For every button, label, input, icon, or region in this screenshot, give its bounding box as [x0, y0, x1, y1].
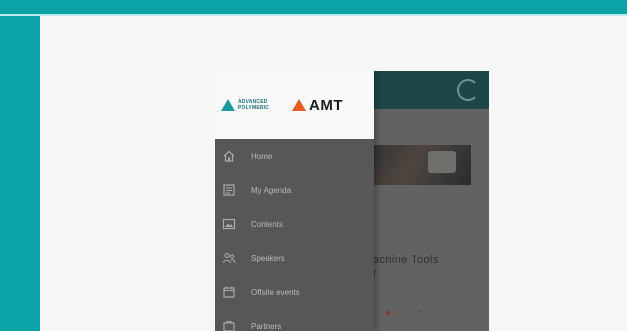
amt-logo: AMT — [292, 97, 343, 114]
menu-item-label: Partners — [251, 321, 282, 331]
ap-triangle-icon — [221, 99, 235, 111]
partners-icon — [222, 319, 236, 331]
menu-item-partners[interactable]: Partners — [215, 309, 374, 331]
top-bar — [0, 0, 627, 14]
menu-item-label: Speakers — [251, 253, 285, 263]
nav-drawer: ADVANCED POLYMERIC AMT Home My Agenda Co… — [215, 71, 374, 331]
agenda-icon — [222, 183, 236, 197]
advanced-polymeric-logo: ADVANCED POLYMERIC — [221, 99, 284, 111]
drawer-header: ADVANCED POLYMERIC AMT — [215, 71, 374, 139]
drawer-menu: Home My Agenda Contents Speakers Offsite… — [215, 139, 374, 331]
left-accent-band — [0, 16, 40, 331]
menu-item-label: Contents — [251, 219, 284, 229]
phone-screen: achine Tools r ◉ ~ ADVANCED POLYMERIC AM… — [215, 71, 489, 331]
ap-logo-text: ADVANCED POLYMERIC — [238, 99, 270, 111]
contents-icon — [222, 217, 236, 231]
amt-triangle-icon — [292, 99, 306, 111]
amt-logo-text: AMT — [309, 96, 343, 114]
speakers-icon — [222, 251, 236, 265]
menu-item-label: Offsite events — [251, 287, 300, 297]
home-icon — [222, 149, 236, 163]
menu-item-my-agenda[interactable]: My Agenda — [215, 173, 374, 207]
events-icon — [222, 285, 236, 299]
menu-item-home[interactable]: Home — [215, 139, 374, 173]
top-divider — [0, 14, 627, 16]
menu-item-offsite-events[interactable]: Offsite events — [215, 275, 374, 309]
menu-item-contents[interactable]: Contents — [215, 207, 374, 241]
menu-item-label: Home — [251, 151, 273, 161]
menu-item-label: My Agenda — [251, 185, 292, 195]
menu-item-speakers[interactable]: Speakers — [215, 241, 374, 275]
